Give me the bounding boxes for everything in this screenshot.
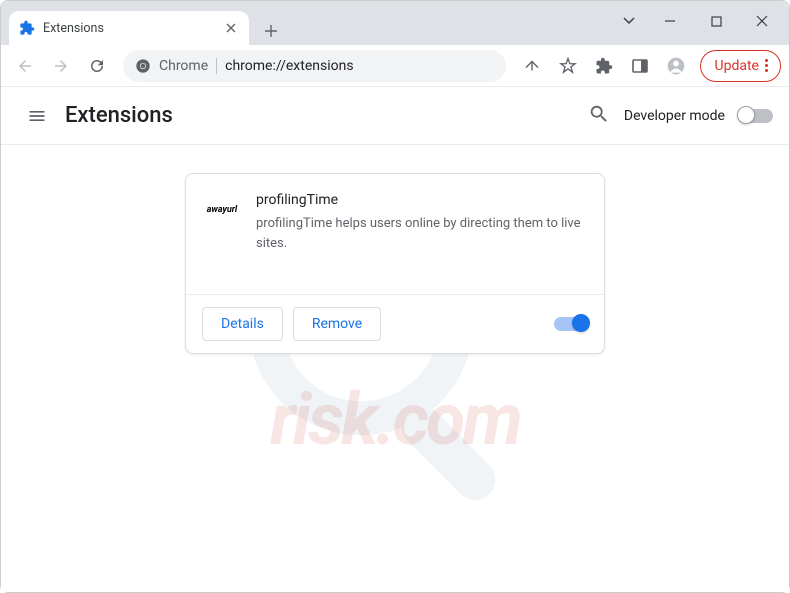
- titlebar: Extensions: [1, 1, 789, 45]
- omnibox-divider: [216, 58, 217, 74]
- browser-tab[interactable]: Extensions: [9, 11, 249, 45]
- extensions-puzzle-icon[interactable]: [588, 50, 620, 82]
- new-tab-button[interactable]: [257, 17, 285, 45]
- omnibox-prefix: Chrome: [159, 58, 208, 74]
- menu-hamburger-icon[interactable]: [17, 96, 57, 136]
- toggle-knob: [737, 106, 755, 124]
- toggle-knob: [572, 314, 590, 332]
- page-title: Extensions: [65, 103, 173, 128]
- tab-strip: Extensions: [1, 1, 611, 45]
- tab-title: Extensions: [43, 21, 223, 36]
- details-button[interactable]: Details: [202, 307, 283, 341]
- share-icon[interactable]: [516, 50, 548, 82]
- back-button[interactable]: [9, 50, 41, 82]
- minimize-button[interactable]: [647, 1, 693, 41]
- browser-toolbar: Chrome chrome://extensions Update: [1, 45, 789, 87]
- extension-name: profilingTime: [256, 192, 586, 208]
- extension-card-body: awayurl profilingTime profilingTime help…: [186, 174, 604, 294]
- reload-button[interactable]: [81, 50, 113, 82]
- extensions-header: Extensions Developer mode: [1, 87, 789, 145]
- developer-mode-label: Developer mode: [624, 108, 725, 124]
- extension-icon: awayurl: [204, 192, 240, 228]
- extension-enable-toggle[interactable]: [554, 317, 588, 331]
- remove-button[interactable]: Remove: [293, 307, 381, 341]
- update-label: Update: [715, 58, 759, 74]
- update-button[interactable]: Update: [700, 50, 781, 82]
- developer-mode-toggle[interactable]: [739, 109, 773, 123]
- browser-window: Extensions: [0, 0, 790, 593]
- extension-card: awayurl profilingTime profilingTime help…: [185, 173, 605, 354]
- page-content: risk.com Extensions Developer mode: [1, 87, 789, 592]
- close-window-button[interactable]: [739, 1, 785, 41]
- extension-description: profilingTime helps users online by dire…: [256, 214, 586, 253]
- chrome-logo-icon: [135, 58, 151, 74]
- watermark-text: risk.com: [270, 377, 520, 462]
- search-icon[interactable]: [588, 103, 610, 129]
- omnibox-url: chrome://extensions: [225, 58, 493, 74]
- menu-dots-icon: [765, 59, 768, 72]
- close-tab-button[interactable]: [223, 20, 239, 36]
- extension-info: profilingTime profilingTime helps users …: [256, 192, 586, 276]
- extension-puzzle-icon: [19, 20, 35, 36]
- extension-card-footer: Details Remove: [186, 294, 604, 353]
- address-bar[interactable]: Chrome chrome://extensions: [123, 50, 506, 82]
- maximize-button[interactable]: [693, 1, 739, 41]
- bookmark-star-icon[interactable]: [552, 50, 584, 82]
- tab-search-button[interactable]: [611, 1, 647, 41]
- window-controls: [611, 1, 789, 41]
- forward-button[interactable]: [45, 50, 77, 82]
- header-right: Developer mode: [588, 103, 773, 129]
- profile-avatar-icon[interactable]: [660, 50, 692, 82]
- sidepanel-icon[interactable]: [624, 50, 656, 82]
